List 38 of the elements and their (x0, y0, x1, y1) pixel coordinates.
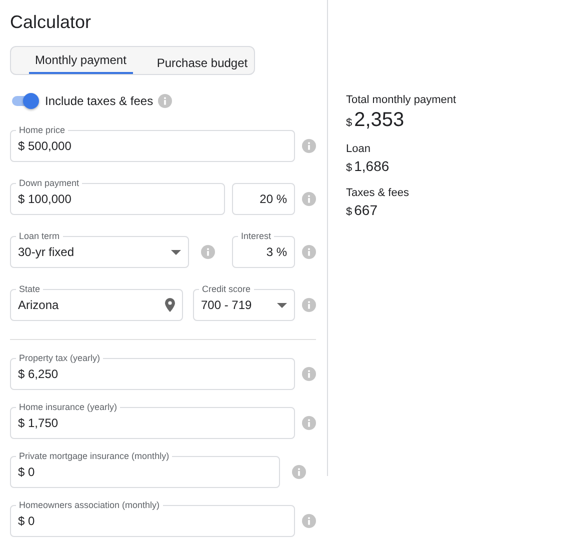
summary-label: Loan (346, 143, 372, 155)
currency-sign: $ (346, 162, 352, 174)
field-label: Private mortgage insurance (monthly) (16, 450, 172, 462)
currency-sign: $ (346, 117, 352, 129)
info-icon (302, 192, 316, 206)
toggle-switch[interactable] (12, 93, 40, 109)
tab[interactable]: Monthly payment (29, 48, 132, 74)
tab[interactable]: Purchase budget (150, 52, 254, 74)
field-label: Interest (238, 230, 274, 242)
field-label: State (16, 283, 44, 295)
field-label: Loan term (16, 230, 63, 242)
info-icon (302, 514, 316, 528)
toggle-label: Include taxes & fees (45, 94, 154, 108)
field-label: Down payment (16, 177, 82, 189)
info-icon (302, 416, 316, 430)
summary-label: Taxes & fees (346, 187, 410, 199)
page-title: Calculator (10, 12, 92, 33)
input-field[interactable]: 20 % (232, 183, 295, 215)
field-label: Credit score (199, 283, 254, 295)
caret-icon (171, 250, 181, 254)
info-icon (302, 367, 316, 381)
amount: 667 (354, 202, 378, 218)
amount: 2,353 (354, 109, 404, 131)
summary-label: Total monthly payment (346, 94, 456, 106)
info-icon (201, 245, 215, 259)
info-icon (292, 465, 306, 479)
info-icon (302, 139, 316, 153)
field-label: Home insurance (yearly) (16, 401, 120, 413)
field-label: Homeowners association (monthly) (16, 499, 163, 511)
field-label: Home price (16, 124, 68, 136)
info-icon (158, 94, 172, 108)
map-pin-icon (165, 298, 175, 312)
info-icon (302, 245, 316, 259)
info-icon (302, 298, 316, 312)
amount: 1,686 (354, 158, 390, 174)
caret-icon (277, 302, 287, 308)
currency-sign: $ (346, 206, 352, 218)
field-label: Property tax (yearly) (16, 352, 104, 364)
